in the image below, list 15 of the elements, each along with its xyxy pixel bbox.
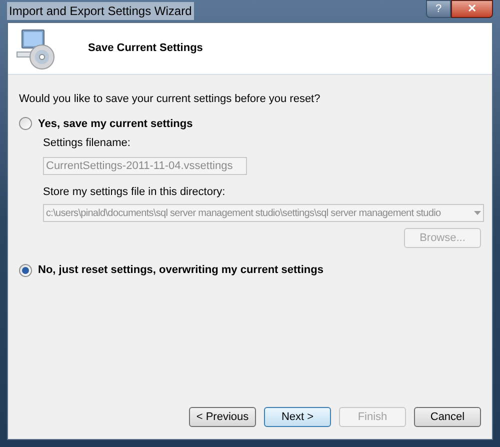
radio-button[interactable] bbox=[19, 264, 32, 277]
radio-button[interactable] bbox=[19, 117, 32, 130]
window-title: Import and Export Settings Wizard bbox=[7, 2, 194, 20]
field-label: Store my settings file in this directory: bbox=[43, 184, 226, 200]
page-title: Save Current Settings bbox=[88, 41, 203, 56]
wizard-button[interactable]: Cancel bbox=[414, 407, 481, 427]
close-button[interactable]: ✕ bbox=[451, 0, 493, 18]
wizard-button[interactable]: < Previous bbox=[189, 407, 256, 427]
radio-label: No, just reset settings, overwriting my current settings bbox=[38, 263, 324, 278]
field-label: Settings filename: bbox=[43, 136, 132, 151]
help-button[interactable]: ? bbox=[426, 0, 451, 18]
radio-label: Yes, save my current settings bbox=[38, 116, 193, 132]
wizard-button[interactable]: Next > bbox=[264, 407, 331, 427]
question-text: Would you like to save your current settings before you reset? bbox=[19, 92, 322, 107]
caret-icon bbox=[474, 211, 481, 215]
